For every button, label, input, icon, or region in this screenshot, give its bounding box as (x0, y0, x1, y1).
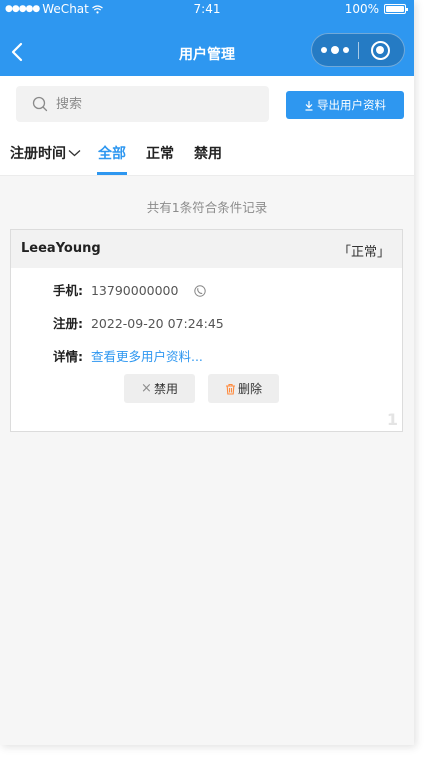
detail-row: 详情: 查看更多用户资料... (53, 346, 203, 365)
detail-label: 详情: (53, 349, 83, 364)
register-time: 2022-09-20 07:24:45 (90, 316, 224, 331)
chevron-down-icon (68, 150, 81, 157)
record-index: 1 (386, 410, 398, 429)
user-card: LeeaYoung 「正常」 手机: 13790000000 注册: 2022-… (10, 229, 403, 432)
phone-label: 手机: (53, 283, 83, 298)
sort-by-register-time[interactable]: 注册时间 (10, 143, 81, 163)
filter-toolbar: 导出用户资料 注册时间 全部 正常 禁用 (0, 76, 414, 176)
more-dots-icon[interactable] (312, 34, 358, 66)
app-header: ●●●●● WeChat 7:41 100% 用户管理 (0, 0, 414, 76)
phone-value: 13790000000 (90, 283, 179, 298)
user-name: LeeaYoung (21, 241, 101, 256)
close-x-icon: × (141, 381, 152, 396)
status-bar: ●●●●● WeChat 7:41 100% (0, 0, 414, 18)
view-more-link[interactable]: 查看更多用户资料... (91, 349, 203, 364)
close-target-icon[interactable] (371, 41, 390, 60)
phone-call-icon[interactable] (194, 285, 207, 297)
delete-label: 删除 (237, 382, 262, 396)
ban-button[interactable]: × 禁用 (124, 374, 195, 403)
menu-capsule (311, 33, 405, 67)
battery-icon (384, 4, 408, 14)
result-count: 共有1条符合条件记录 (146, 200, 268, 215)
tab-banned[interactable]: 禁用 (194, 143, 222, 163)
search-input[interactable] (56, 94, 256, 114)
ban-label: 禁用 (153, 382, 178, 396)
trash-icon (225, 383, 235, 395)
export-users-button[interactable]: 导出用户资料 (286, 91, 404, 119)
delete-button[interactable]: 删除 (208, 374, 279, 403)
status-badge: 「正常」 (337, 245, 390, 260)
register-label: 注册: (53, 316, 83, 331)
export-button-label: 导出用户资料 (317, 98, 386, 112)
user-card-header: LeeaYoung 「正常」 (11, 230, 402, 268)
capsule-divider (358, 42, 359, 59)
search-box[interactable] (16, 86, 269, 122)
register-row: 注册: 2022-09-20 07:24:45 (53, 313, 224, 332)
sort-label: 注册时间 (10, 146, 66, 162)
app-screen: ●●●●● WeChat 7:41 100% 用户管理 搜索 导出用户资料 注册… (0, 0, 414, 745)
search-icon (32, 96, 48, 112)
tab-normal[interactable]: 正常 (146, 143, 174, 163)
tab-all[interactable]: 全部 (97, 143, 127, 175)
download-icon (305, 100, 313, 111)
status-right: 100% (344, 2, 408, 16)
phone-row: 手机: 13790000000 (53, 280, 207, 299)
battery-percent: 100% (344, 2, 379, 16)
